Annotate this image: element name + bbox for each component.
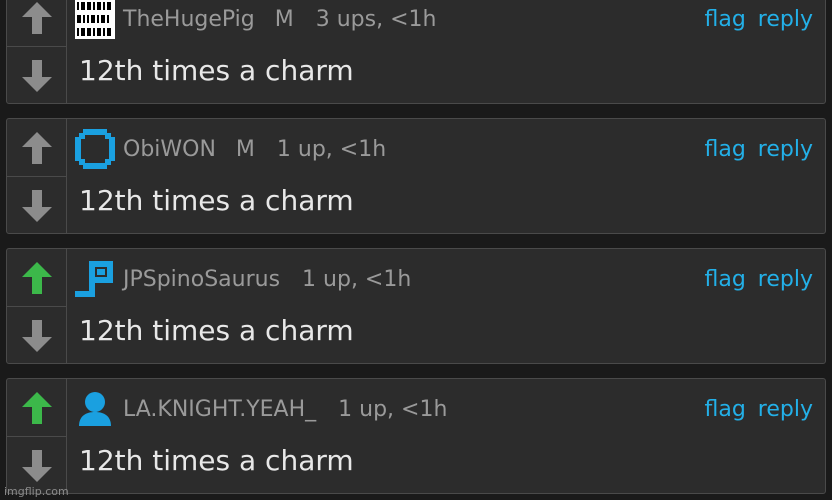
comment-meta: JPSpinoSaurus 1 up, <1h — [75, 259, 411, 299]
comment-actions: flag reply — [704, 129, 813, 169]
mod-badge: M — [274, 6, 294, 32]
username-link[interactable]: ObiWON — [123, 137, 216, 162]
comment-actions: flag reply — [704, 389, 813, 429]
reply-link[interactable]: reply — [758, 397, 813, 422]
arrow-down-icon — [21, 59, 52, 92]
arrow-down-icon — [21, 319, 52, 352]
arrow-down-icon — [21, 189, 52, 222]
comment-card: ObiWON M 1 up, <1h flag reply 12th times… — [6, 118, 826, 234]
comment-body: LA.KNIGHT.YEAH_ 1 up, <1h flag reply 12t… — [67, 379, 825, 493]
upvote-button[interactable] — [7, 379, 66, 437]
comment-meta: ObiWON M 1 up, <1h — [75, 129, 386, 169]
user-silhouette-icon[interactable] — [75, 389, 115, 429]
arrow-up-icon — [21, 131, 52, 164]
downvote-button[interactable] — [7, 307, 66, 364]
downvote-button[interactable] — [7, 47, 66, 104]
downvote-button[interactable] — [7, 177, 66, 234]
comment-body: JPSpinoSaurus 1 up, <1h flag reply 12th … — [67, 249, 825, 363]
watermark: imgflip.com — [4, 485, 69, 498]
upvote-count: 1 up, <1h — [276, 136, 387, 162]
vote-column — [7, 249, 67, 363]
flag-link[interactable]: flag — [704, 397, 745, 422]
upvote-count: 1 up, <1h — [338, 396, 448, 422]
reply-link[interactable]: reply — [758, 267, 813, 292]
p-shape-icon[interactable] — [75, 259, 115, 299]
arrow-up-icon — [21, 391, 52, 424]
binary-digits-icon[interactable] — [75, 0, 115, 39]
arrow-up-icon — [21, 261, 52, 294]
mod-badge: M — [235, 136, 255, 162]
comment-card: TheHugePig M 3 ups, <1h flag reply 12th … — [6, 0, 826, 104]
comment-text: 12th times a charm — [79, 184, 354, 217]
comment-meta: TheHugePig M 3 ups, <1h — [75, 0, 436, 39]
comment-feed: TheHugePig M 3 ups, <1h flag reply 12th … — [0, 0, 832, 500]
username-link[interactable]: TheHugePig — [123, 7, 255, 32]
arrow-up-icon — [21, 1, 52, 34]
upvote-count: 3 ups, <1h — [315, 6, 437, 32]
comment-body: TheHugePig M 3 ups, <1h flag reply 12th … — [67, 0, 825, 103]
reply-link[interactable]: reply — [758, 7, 813, 32]
comment-meta: LA.KNIGHT.YEAH_ 1 up, <1h — [75, 389, 447, 429]
square-ring-icon[interactable] — [75, 129, 115, 169]
upvote-button[interactable] — [7, 119, 66, 177]
vote-column — [7, 0, 67, 103]
comment-card: LA.KNIGHT.YEAH_ 1 up, <1h flag reply 12t… — [6, 378, 826, 494]
arrow-down-icon — [21, 449, 52, 482]
comment-actions: flag reply — [704, 0, 813, 39]
flag-link[interactable]: flag — [704, 7, 745, 32]
flag-link[interactable]: flag — [704, 137, 745, 162]
username-link[interactable]: JPSpinoSaurus — [123, 267, 280, 292]
upvote-button[interactable] — [7, 249, 66, 307]
comment-text: 12th times a charm — [79, 314, 354, 347]
comment-card: JPSpinoSaurus 1 up, <1h flag reply 12th … — [6, 248, 826, 364]
flag-link[interactable]: flag — [704, 267, 745, 292]
reply-link[interactable]: reply — [758, 137, 813, 162]
vote-column — [7, 379, 67, 493]
comment-text: 12th times a charm — [79, 54, 354, 87]
upvote-count: 1 up, <1h — [302, 266, 412, 292]
comment-actions: flag reply — [704, 259, 813, 299]
upvote-button[interactable] — [7, 0, 66, 47]
vote-column — [7, 119, 67, 233]
comment-body: ObiWON M 1 up, <1h flag reply 12th times… — [67, 119, 825, 233]
comment-text: 12th times a charm — [79, 444, 354, 477]
username-link[interactable]: LA.KNIGHT.YEAH_ — [123, 397, 316, 422]
